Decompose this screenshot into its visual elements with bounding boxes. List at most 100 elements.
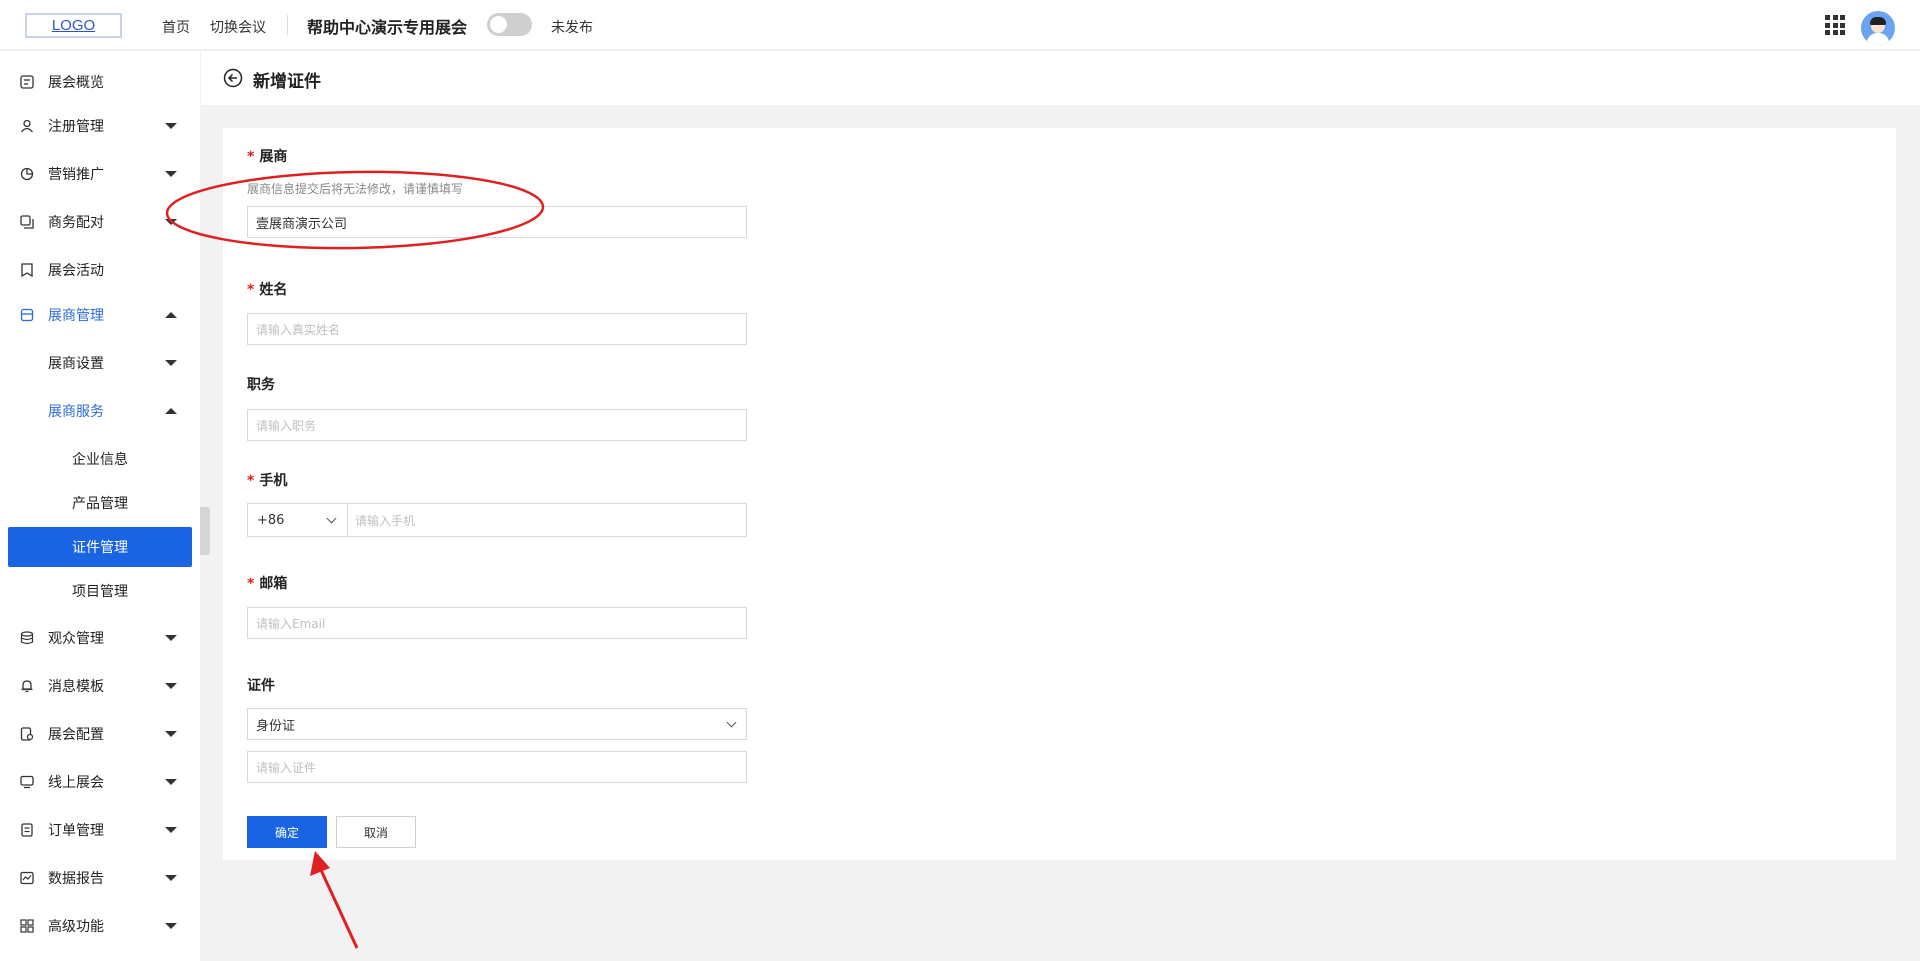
- caret-down-icon: [165, 360, 177, 366]
- publish-status: 未发布: [551, 20, 593, 36]
- sidebar-item-label: 消息模板: [48, 679, 104, 695]
- country-code-value: +86: [257, 512, 285, 528]
- sidebar-item-label: 展会活动: [48, 263, 104, 279]
- sidebar-item-project-management[interactable]: 项目管理: [0, 571, 200, 611]
- publish-toggle[interactable]: [487, 13, 532, 36]
- country-code-select[interactable]: +86: [248, 504, 348, 536]
- caret-down-icon: [165, 923, 177, 929]
- avatar[interactable]: [1861, 11, 1895, 45]
- sidebar-item-company-info[interactable]: 企业信息: [0, 439, 200, 479]
- sidebar-item-exhibitor-management[interactable]: 展商管理: [0, 295, 200, 335]
- expo-title: 帮助中心演示专用展会: [307, 18, 468, 37]
- sidebar-item-advanced-features[interactable]: 高级功能: [0, 906, 200, 946]
- sidebar-item-label: 项目管理: [72, 584, 128, 600]
- caret-down-icon: [165, 731, 177, 737]
- pie-icon: [20, 167, 34, 181]
- sidebar-item-data-reports[interactable]: 数据报告: [0, 858, 200, 898]
- caret-down-icon: [165, 123, 177, 129]
- monitor-icon: [20, 775, 34, 789]
- page-title: 新增证件: [253, 72, 321, 92]
- sidebar-item-exhibitor-settings[interactable]: 展商设置: [0, 343, 200, 383]
- chevron-down-icon: [726, 717, 737, 728]
- sidebar-item-expo-activities[interactable]: 展会活动: [0, 250, 200, 290]
- bookmark-icon: [21, 263, 33, 277]
- certificate-type-select[interactable]: 身份证: [247, 708, 747, 740]
- certificate-number-input[interactable]: 请输入证件: [247, 751, 747, 783]
- name-label: * 姓名: [247, 282, 288, 298]
- page-header: 新增证件: [201, 51, 1920, 105]
- annotation-arrow-line: [319, 869, 359, 949]
- sidebar-item-label: 展商管理: [48, 308, 104, 324]
- toggle-knob: [490, 16, 507, 33]
- position-label: 职务: [247, 377, 275, 393]
- top-bar: LOGO 首页 切换会议 帮助中心演示专用展会 未发布: [0, 0, 1920, 50]
- copy-icon: [20, 215, 34, 229]
- sidebar-item-online-expo[interactable]: 线上展会: [0, 762, 200, 802]
- position-input[interactable]: 请输入职务: [247, 409, 747, 441]
- sidebar-item-certificate-management[interactable]: 证件管理: [8, 527, 192, 567]
- nav-home-link[interactable]: 首页: [162, 17, 190, 37]
- phone-input-group: +86 请输入手机: [247, 503, 747, 537]
- confirm-button[interactable]: 确定: [247, 816, 327, 848]
- sidebar-item-label: 观众管理: [48, 631, 104, 647]
- divider: [287, 15, 288, 35]
- sidebar-item-exhibitor-services[interactable]: 展商服务: [0, 391, 200, 431]
- sidebar-item-label: 展商服务: [48, 404, 104, 420]
- sidebar-item-label: 展商设置: [48, 356, 104, 372]
- sidebar-item-business-matching[interactable]: 商务配对: [0, 202, 200, 242]
- sidebar: 展会概览 注册管理 营销推广 商务配对 展会活动 展商管理 展商设置 展商服务 …: [0, 51, 200, 961]
- sidebar-item-product-management[interactable]: 产品管理: [0, 483, 200, 523]
- name-input[interactable]: 请输入真实姓名: [247, 313, 747, 345]
- chevron-down-icon: [326, 513, 337, 524]
- sidebar-item-overview[interactable]: 展会概览: [0, 62, 200, 102]
- exhibitor-hint: 展商信息提交后将无法修改，请谨慎填写: [247, 182, 464, 196]
- email-label: * 邮箱: [247, 576, 288, 592]
- phone-input[interactable]: 请输入手机: [348, 504, 746, 536]
- sidebar-collapse-handle[interactable]: [200, 507, 210, 555]
- sidebar-item-message-templates[interactable]: 消息模板: [0, 666, 200, 706]
- caret-down-icon: [165, 219, 177, 225]
- nav-switch-meeting-link[interactable]: 切换会议: [210, 17, 266, 37]
- settings-doc-icon: [20, 727, 34, 741]
- sidebar-item-registration[interactable]: 注册管理: [0, 106, 200, 146]
- form-card: * 展商 展商信息提交后将无法修改，请谨慎填写 壹展商演示公司 * 姓名 请输入真实…: [223, 128, 1896, 860]
- sidebar-item-order-management[interactable]: 订单管理: [0, 810, 200, 850]
- certificate-type-value: 身份证: [256, 718, 296, 734]
- sidebar-item-label: 展会配置: [48, 727, 104, 743]
- bell-icon: [21, 680, 33, 693]
- exhibitor-label: * 展商: [247, 149, 288, 165]
- phone-label: * 手机: [247, 473, 288, 489]
- sidebar-item-label: 商务配对: [48, 215, 104, 231]
- sidebar-item-label: 展会概览: [48, 75, 104, 91]
- document-icon: [21, 823, 33, 837]
- cancel-button[interactable]: 取消: [336, 816, 416, 848]
- sidebar-item-label: 产品管理: [72, 496, 128, 512]
- database-icon: [20, 631, 34, 645]
- exhibitor-input[interactable]: 壹展商演示公司: [247, 206, 747, 238]
- sidebar-item-label: 注册管理: [48, 119, 104, 135]
- store-icon: [20, 308, 34, 322]
- sidebar-item-marketing[interactable]: 营销推广: [0, 154, 200, 194]
- logo[interactable]: LOGO: [25, 13, 122, 38]
- caret-down-icon: [165, 779, 177, 785]
- dashboard-icon: [20, 75, 34, 89]
- sidebar-item-label: 证件管理: [72, 540, 128, 556]
- back-arrow-icon[interactable]: [223, 68, 243, 88]
- caret-up-icon: [165, 408, 177, 414]
- sidebar-item-label: 高级功能: [48, 919, 104, 935]
- user-icon: [20, 119, 34, 133]
- sidebar-item-audience-management[interactable]: 观众管理: [0, 618, 200, 658]
- certificate-label: 证件: [247, 678, 275, 694]
- sidebar-item-label: 营销推广: [48, 167, 104, 183]
- caret-down-icon: [165, 635, 177, 641]
- email-input[interactable]: 请输入Email: [247, 607, 747, 639]
- apps-grid-icon[interactable]: [1825, 15, 1845, 35]
- chart-icon: [20, 871, 34, 885]
- caret-down-icon: [165, 827, 177, 833]
- grid-icon: [20, 919, 34, 933]
- sidebar-item-expo-config[interactable]: 展会配置: [0, 714, 200, 754]
- caret-down-icon: [165, 683, 177, 689]
- sidebar-item-label: 订单管理: [48, 823, 104, 839]
- sidebar-item-label: 数据报告: [48, 871, 104, 887]
- sidebar-item-label: 线上展会: [48, 775, 104, 791]
